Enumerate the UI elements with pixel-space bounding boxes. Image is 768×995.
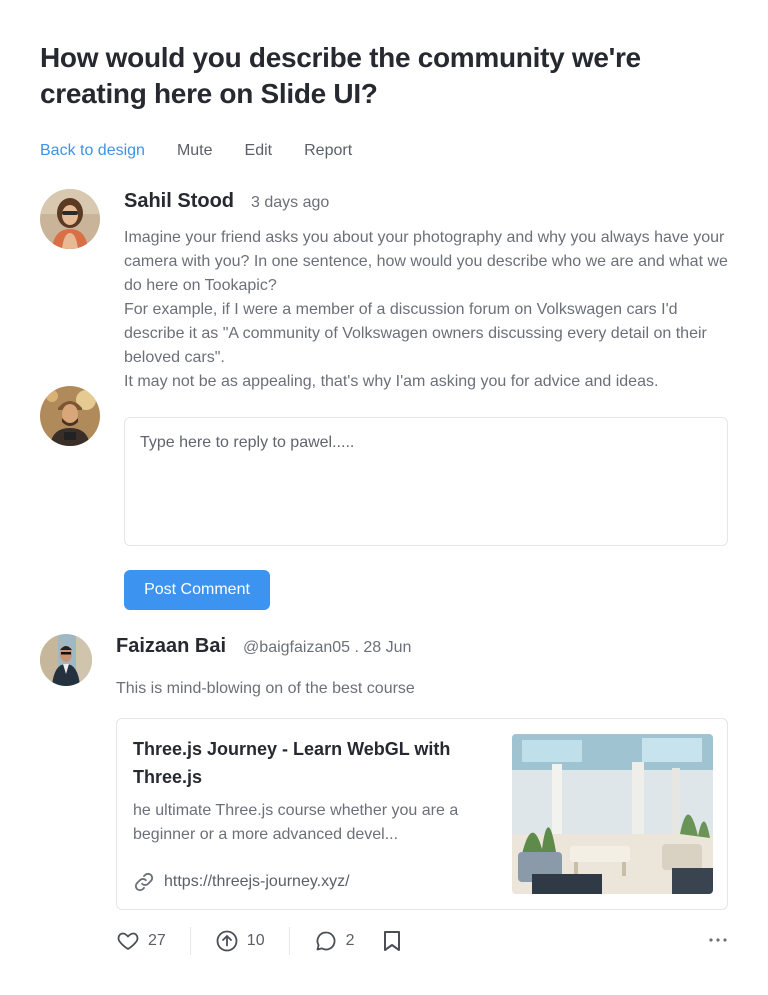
back-to-design-link[interactable]: Back to design [40,140,145,162]
link-preview-image [512,734,713,894]
comment-count: 2 [345,932,355,949]
comment-author[interactable]: Faizaan Bai [116,635,226,658]
divider [288,927,290,955]
comment-header: Sahil Stood 3 days ago [124,190,329,213]
more-icon [709,938,727,942]
post-comment-button[interactable]: Post Comment [124,570,270,610]
comment-icon [316,931,336,951]
bookmark-icon [383,931,400,951]
like-button[interactable]: 27 [116,929,166,953]
link-preview-title: Three.js Journey - Learn WebGL with Thre… [133,739,451,787]
reply-input[interactable] [124,417,728,546]
comment-paragraph: For example, if I were a member of a dis… [124,301,707,366]
upvote-count: 10 [246,932,265,949]
link-preview-url[interactable]: https://threejs-journey.xyz/ [133,871,350,893]
bookmark-button[interactable] [381,929,411,953]
heart-icon [117,932,139,950]
comment-time: 3 days ago [251,194,330,211]
edit-link[interactable]: Edit [245,140,273,162]
comment-paragraph: Imagine your friend asks you about your … [124,229,728,294]
avatar-sahil[interactable] [40,189,100,249]
comment-author[interactable]: Sahil Stood [124,190,234,213]
arrow-up-circle-icon [216,930,238,952]
mute-link[interactable]: Mute [177,140,213,162]
comment-body: Imagine your friend asks you about your … [124,226,734,394]
link-preview-description: he ultimate Three.js course whether you … [133,802,459,843]
page-title: How would you describe the community we'… [40,42,641,109]
comment-paragraph: It may not be as appealing, that's why I… [124,373,659,390]
comment-header: Faizaan Bai @baigfaizan05 . 28 Jun [116,635,411,658]
comments-button[interactable]: 2 [314,929,355,953]
upvote-button[interactable]: 10 [215,929,265,953]
comment-meta: @baigfaizan05 . 28 Jun [243,639,412,656]
avatar-faizaan[interactable] [40,634,92,686]
comment-stats: 27 10 2 [116,926,728,956]
divider [189,927,191,955]
link-preview-url-text: https://threejs-journey.xyz/ [164,873,350,890]
link-preview-card[interactable]: Three.js Journey - Learn WebGL with Thre… [116,718,728,910]
more-options-button[interactable] [708,930,728,955]
link-icon [134,872,154,892]
avatar-current-user [40,386,100,446]
like-count: 27 [148,932,166,949]
post-actions: Back to design Mute Edit Report [40,140,384,162]
report-link[interactable]: Report [304,140,352,162]
comment-text: This is mind-blowing on of the best cour… [116,680,415,697]
